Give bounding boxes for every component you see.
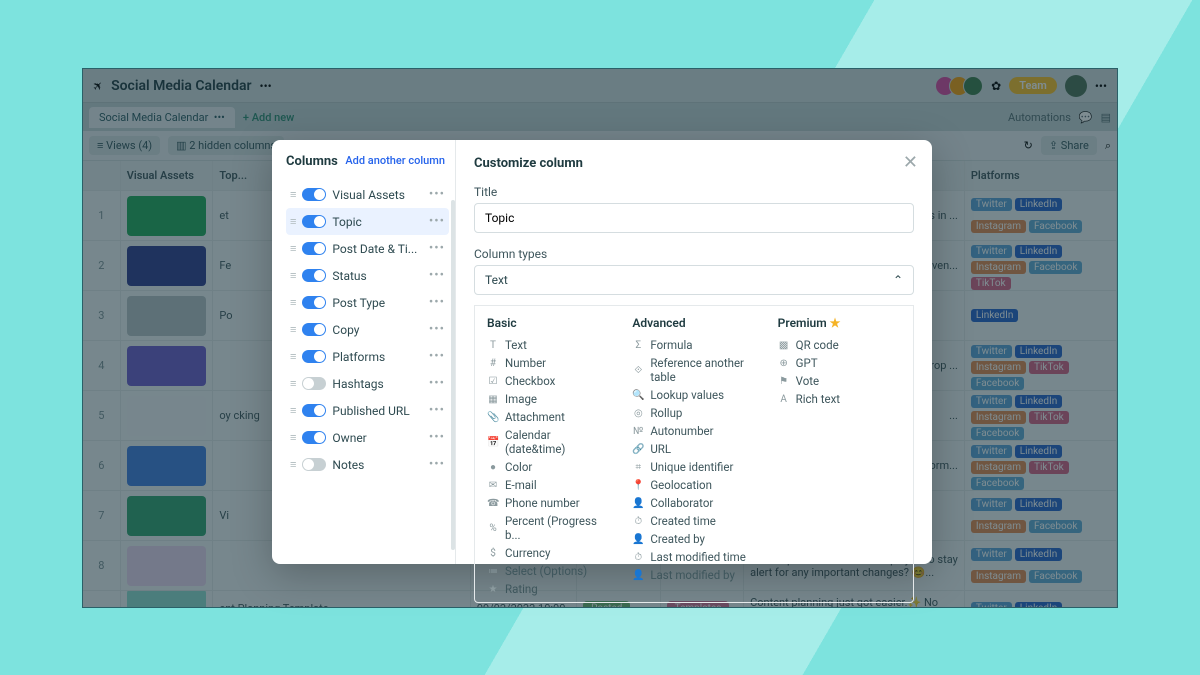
column-more-icon[interactable]: ••• <box>429 376 445 391</box>
column-more-icon[interactable]: ••• <box>429 241 445 256</box>
visibility-toggle[interactable] <box>302 431 326 444</box>
visibility-toggle[interactable] <box>302 323 326 336</box>
type-option[interactable]: ⌗Unique identifier <box>632 458 755 476</box>
visibility-toggle[interactable] <box>302 377 326 390</box>
type-option[interactable]: ARich text <box>778 390 901 408</box>
customize-panel: ✕ Customize column Title Column types Te… <box>456 140 932 564</box>
drag-icon[interactable]: ≡ <box>290 404 296 417</box>
column-toggle-row[interactable]: ≡ Owner ••• <box>286 424 449 451</box>
column-more-icon[interactable]: ••• <box>429 322 445 337</box>
type-option[interactable]: ★Rating <box>487 580 610 598</box>
column-name: Status <box>332 269 366 283</box>
drag-icon[interactable]: ≡ <box>290 215 296 228</box>
column-name: Owner <box>332 431 366 445</box>
column-name: Post Type <box>332 296 385 310</box>
type-option[interactable]: ☎Phone number <box>487 494 610 512</box>
column-more-icon[interactable]: ••• <box>429 295 445 310</box>
type-option[interactable]: ⚑Vote <box>778 372 901 390</box>
basic-types: BasicTText#Number☑Checkbox▦Image📎Attachm… <box>487 316 610 598</box>
column-more-icon[interactable]: ••• <box>429 457 445 472</box>
column-toggle-row[interactable]: ≡ Topic ••• <box>286 208 449 235</box>
type-option[interactable]: ⏱Created time <box>632 512 755 530</box>
add-column-link[interactable]: Add another column <box>345 154 445 167</box>
type-option[interactable]: %Percent (Progress b... <box>487 512 610 544</box>
column-name: Visual Assets <box>332 188 405 202</box>
premium-types: Premium ★ ▩QR code⊕GPT⚑VoteARich text <box>778 316 901 598</box>
type-option[interactable]: ◎Rollup <box>632 404 755 422</box>
type-option[interactable]: 🔗URL <box>632 440 755 458</box>
type-option[interactable]: TText <box>487 336 610 354</box>
type-option[interactable]: ⊕GPT <box>778 354 901 372</box>
column-toggle-row[interactable]: ≡ Post Type ••• <box>286 289 449 316</box>
column-more-icon[interactable]: ••• <box>429 349 445 364</box>
type-option[interactable]: 📎Attachment <box>487 408 610 426</box>
type-option[interactable]: ☑Checkbox <box>487 372 610 390</box>
visibility-toggle[interactable] <box>302 269 326 282</box>
column-toggle-row[interactable]: ≡ Status ••• <box>286 262 449 289</box>
column-toggle-row[interactable]: ≡ Notes ••• <box>286 451 449 478</box>
type-option[interactable]: №Autonumber <box>632 422 755 440</box>
column-toggle-row[interactable]: ≡ Copy ••• <box>286 316 449 343</box>
drag-icon[interactable]: ≡ <box>290 269 296 282</box>
drag-icon[interactable]: ≡ <box>290 188 296 201</box>
column-name: Notes <box>332 458 364 472</box>
visibility-toggle[interactable] <box>302 215 326 228</box>
visibility-toggle[interactable] <box>302 458 326 471</box>
type-option[interactable]: ▦Image <box>487 390 610 408</box>
type-option[interactable]: ⟐Reference another table <box>632 354 755 386</box>
column-toggle-row[interactable]: ≡ Platforms ••• <box>286 343 449 370</box>
visibility-toggle[interactable] <box>302 296 326 309</box>
columns-list-panel: Columns Add another column ≡ Visual Asse… <box>272 140 456 564</box>
chevron-up-icon: ⌃ <box>893 273 903 287</box>
star-icon: ★ <box>830 316 841 330</box>
type-option[interactable]: #Number <box>487 354 610 372</box>
column-toggle-row[interactable]: ≡ Post Date & Ti... ••• <box>286 235 449 262</box>
type-option[interactable]: $Currency <box>487 544 610 562</box>
column-name: Topic <box>332 215 361 229</box>
type-option[interactable]: 🔍Lookup values <box>632 386 755 404</box>
columns-modal: Columns Add another column ≡ Visual Asse… <box>272 140 932 564</box>
type-option[interactable]: ●Color <box>487 458 610 476</box>
column-type-select[interactable]: Text⌃ <box>474 265 914 295</box>
advanced-types: AdvancedΣFormula⟐Reference another table… <box>632 316 755 598</box>
visibility-toggle[interactable] <box>302 404 326 417</box>
drag-icon[interactable]: ≡ <box>290 458 296 471</box>
type-option[interactable]: 👤Collaborator <box>632 494 755 512</box>
type-option[interactable]: ✉E-mail <box>487 476 610 494</box>
drag-icon[interactable]: ≡ <box>290 242 296 255</box>
type-option[interactable]: 📍Geolocation <box>632 476 755 494</box>
column-name: Hashtags <box>332 377 383 391</box>
visibility-toggle[interactable] <box>302 350 326 363</box>
column-more-icon[interactable]: ••• <box>429 187 445 202</box>
type-option[interactable]: ▩QR code <box>778 336 901 354</box>
column-more-icon[interactable]: ••• <box>429 430 445 445</box>
column-toggle-row[interactable]: ≡ Published URL ••• <box>286 397 449 424</box>
column-title-input[interactable] <box>474 203 914 233</box>
column-name: Copy <box>332 323 359 337</box>
type-option[interactable]: 👤Created by <box>632 530 755 548</box>
column-types-dropdown: BasicTText#Number☑Checkbox▦Image📎Attachm… <box>474 305 914 603</box>
column-toggle-row[interactable]: ≡ Hashtags ••• <box>286 370 449 397</box>
column-name: Platforms <box>332 350 385 364</box>
visibility-toggle[interactable] <box>302 242 326 255</box>
column-more-icon[interactable]: ••• <box>429 214 445 229</box>
column-name: Post Date & Ti... <box>332 242 417 256</box>
visibility-toggle[interactable] <box>302 188 326 201</box>
column-more-icon[interactable]: ••• <box>429 403 445 418</box>
type-option[interactable]: 📅Calendar (date&time) <box>487 426 610 458</box>
column-more-icon[interactable]: ••• <box>429 268 445 283</box>
type-option[interactable]: ≔Select (Options) <box>487 562 610 580</box>
drag-icon[interactable]: ≡ <box>290 377 296 390</box>
close-icon[interactable]: ✕ <box>903 152 918 173</box>
drag-icon[interactable]: ≡ <box>290 323 296 336</box>
column-name: Published URL <box>332 404 409 418</box>
column-toggle-row[interactable]: ≡ Visual Assets ••• <box>286 181 449 208</box>
type-option[interactable]: ΣFormula <box>632 336 755 354</box>
type-option[interactable]: ⏱Last modified time <box>632 548 755 566</box>
drag-icon[interactable]: ≡ <box>290 296 296 309</box>
drag-icon[interactable]: ≡ <box>290 350 296 363</box>
type-option[interactable]: 👤Last modified by <box>632 566 755 584</box>
drag-icon[interactable]: ≡ <box>290 431 296 444</box>
